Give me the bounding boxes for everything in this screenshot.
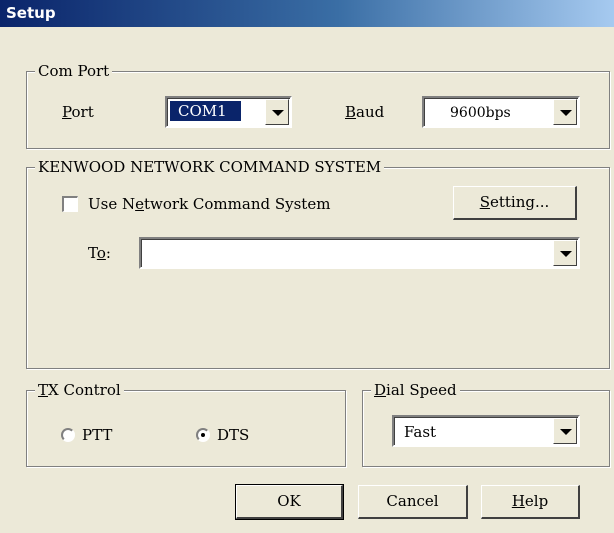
dts-label: DTS [217,426,250,444]
baud-selected-value: 9600bps [450,105,511,121]
baud-label: Baud [345,103,385,121]
to-label: To: [88,244,111,262]
cancel-button[interactable]: Cancel [358,485,468,519]
to-select[interactable] [139,237,580,269]
help-button[interactable]: Help [481,485,580,519]
use-network-checkbox[interactable] [62,196,78,212]
setting-button[interactable]: Setting... [453,186,577,220]
baud-dropdown-arrow-icon[interactable] [553,99,577,125]
dial-speed-legend: Dial Speed [371,381,460,399]
tx-control-group: TX Control [26,381,346,467]
com-port-legend: Com Port [35,62,113,80]
use-network-label: Use Network Command System [88,195,331,213]
dial-speed-select[interactable]: Fast [392,415,580,447]
title-bar[interactable]: Setup [0,0,614,27]
baud-select[interactable]: 9600bps [422,96,580,128]
port-selected-value: COM1 [169,100,242,122]
to-dropdown-arrow-icon[interactable] [553,240,577,266]
window-title: Setup [6,4,56,22]
network-legend: KENWOOD NETWORK COMMAND SYSTEM [35,158,385,176]
dial-speed-selected-value: Fast [404,423,437,441]
dts-radio[interactable] [196,428,210,442]
ptt-label: PTT [82,426,113,444]
ptt-radio[interactable] [61,428,75,442]
port-dropdown-arrow-icon[interactable] [265,99,289,125]
dial-speed-dropdown-arrow-icon[interactable] [553,418,577,444]
ok-button[interactable]: OK [235,484,344,520]
tx-control-legend: TX Control [35,381,124,399]
port-select[interactable]: COM1 [165,96,292,128]
port-label: Port [62,103,94,121]
